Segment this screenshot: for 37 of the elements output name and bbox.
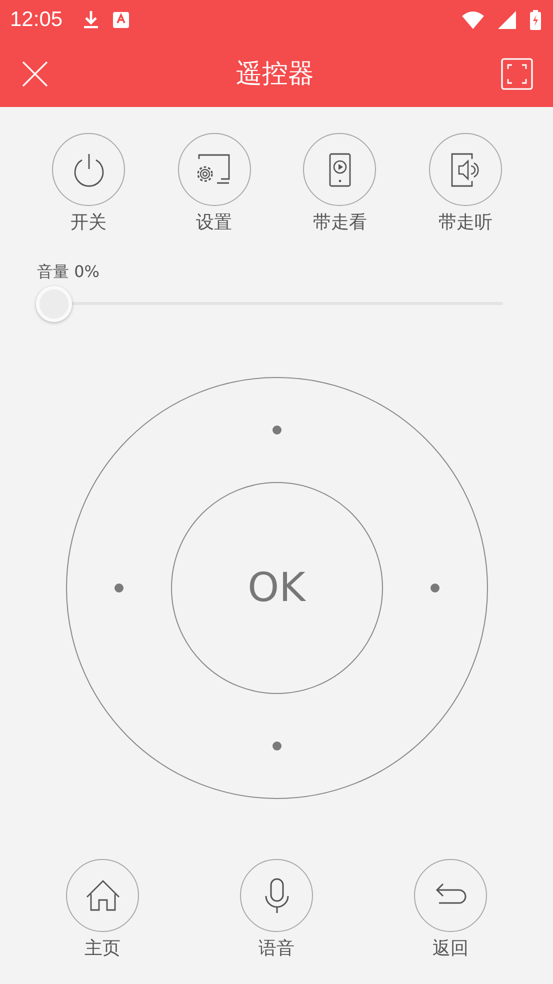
dpad-right-button[interactable]	[430, 584, 439, 592]
dpad-down-button[interactable]	[272, 742, 281, 750]
volume-slider[interactable]	[36, 285, 503, 323]
button-label: 带走看	[312, 211, 367, 234]
settings-button[interactable]	[178, 133, 251, 206]
close-button[interactable]	[21, 60, 49, 88]
battery-charging-icon	[530, 10, 541, 30]
home-button[interactable]	[66, 859, 139, 932]
voice-button[interactable]	[240, 859, 313, 932]
page-title: 遥控器	[236, 58, 314, 91]
fullscreen-button[interactable]	[501, 58, 533, 90]
wifi-icon	[462, 11, 484, 29]
ok-button[interactable]: OK	[170, 482, 382, 694]
back-button[interactable]	[414, 859, 487, 932]
volume-label: 音量 0%	[36, 262, 100, 281]
button-label: 返回	[432, 937, 468, 960]
signal-icon	[498, 11, 516, 29]
dpad-up-button[interactable]	[272, 426, 281, 434]
home-icon	[86, 880, 120, 912]
microphone-icon	[264, 878, 288, 914]
video-button[interactable]	[303, 133, 376, 206]
phone-speaker-icon	[450, 152, 480, 186]
phone-play-icon	[328, 152, 352, 186]
keyboard-app-icon	[112, 12, 129, 28]
slider-thumb[interactable]	[36, 286, 72, 322]
close-icon	[21, 60, 49, 88]
audio-button[interactable]	[428, 133, 502, 206]
button-label: 开关	[70, 211, 106, 234]
button-label: 设置	[196, 211, 232, 234]
power-button[interactable]	[52, 133, 125, 206]
button-label: 主页	[84, 937, 120, 960]
button-label: 带走听	[438, 211, 492, 234]
download-icon	[82, 10, 99, 30]
fullscreen-icon	[501, 58, 533, 90]
dpad-left-button[interactable]	[114, 584, 123, 592]
clock: 12:05	[10, 8, 63, 32]
button-label: 语音	[258, 937, 294, 960]
